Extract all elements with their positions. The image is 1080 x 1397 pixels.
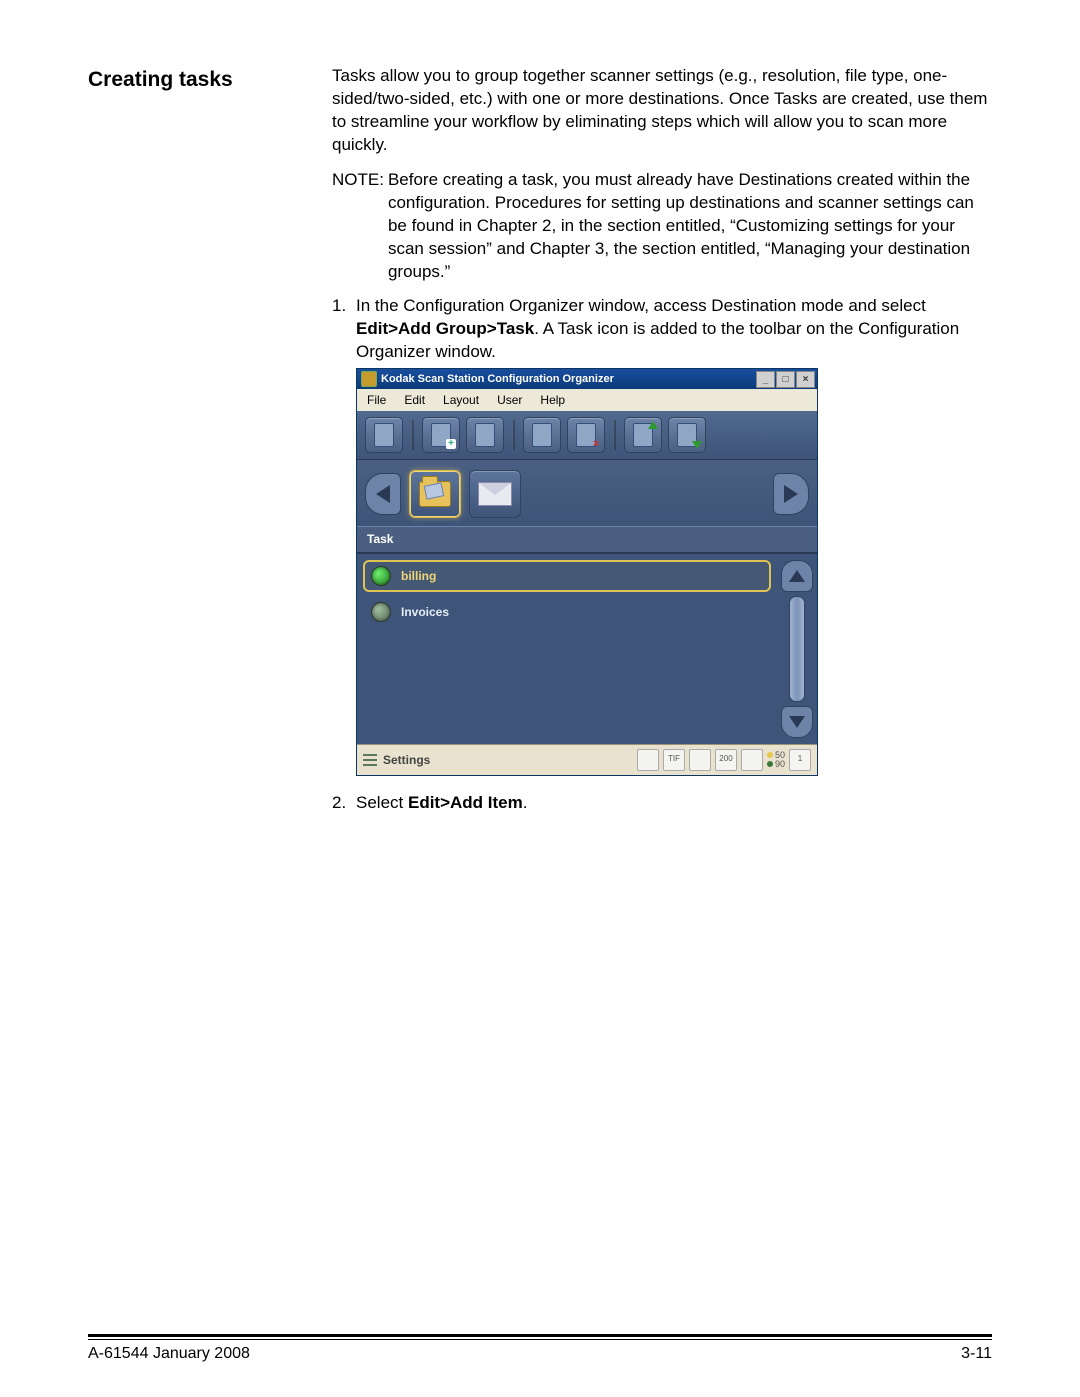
intro-paragraph: Tasks allow you to group together scanne…: [332, 65, 992, 157]
footer-page-number: 3-11: [961, 1343, 992, 1365]
task-item-invoices[interactable]: Invoices: [363, 596, 771, 628]
step-1-bold: Edit>Add Group>Task: [356, 319, 534, 338]
step-2-text: Select Edit>Add Item.: [356, 792, 992, 815]
maximize-button[interactable]: □: [776, 371, 795, 388]
status-dpi-icon: 200: [715, 749, 737, 771]
settings-label[interactable]: Settings: [383, 752, 430, 768]
status-filetype-icon: TIF: [663, 749, 685, 771]
note-label: NOTE:: [332, 169, 384, 284]
task-item-label: billing: [401, 568, 436, 584]
task-item-billing[interactable]: billing: [363, 560, 771, 592]
scroll-down-button[interactable]: [781, 706, 813, 738]
toolbar-save-icon[interactable]: [365, 417, 403, 453]
note-body: Before creating a task, you must already…: [388, 169, 992, 284]
minimize-button[interactable]: _: [756, 371, 775, 388]
radio-icon: [371, 566, 391, 586]
step-2-bold: Edit>Add Item: [408, 793, 523, 812]
toolbar-new-icon[interactable]: +: [422, 417, 460, 453]
toolbar: + ×: [357, 411, 817, 460]
step-2-a: Select: [356, 793, 408, 812]
toolbar-upload-icon[interactable]: [624, 417, 662, 453]
app-icon: [361, 371, 377, 387]
nav-row: [357, 460, 817, 526]
menu-layout[interactable]: Layout: [443, 392, 479, 408]
radio-icon: [371, 602, 391, 622]
window-title: Kodak Scan Station Configuration Organiz…: [381, 372, 614, 387]
section-label: Task: [357, 526, 817, 553]
footer-rule: [88, 1334, 992, 1337]
status-exit-icon: [637, 749, 659, 771]
step-1-text: In the Configuration Organizer window, a…: [356, 295, 992, 785]
nav-next-button[interactable]: [773, 473, 809, 515]
menu-edit[interactable]: Edit: [404, 392, 425, 408]
toolbar-delete-icon[interactable]: ×: [567, 417, 605, 453]
envelope-icon: [478, 482, 512, 506]
toolbar-copy-icon[interactable]: [523, 417, 561, 453]
statusbar: Settings TIF 200 50 90: [357, 744, 817, 775]
status-quality-readout: 50 90: [767, 751, 785, 769]
menubar: File Edit Layout User Help: [357, 389, 817, 411]
menu-user[interactable]: User: [497, 392, 522, 408]
step-number: 2.: [332, 792, 356, 815]
status-quality-bot: 90: [767, 760, 785, 769]
folder-icon: [419, 481, 451, 507]
footer-doc-id: A-61544 January 2008: [88, 1343, 250, 1365]
toolbar-doc-icon[interactable]: [466, 417, 504, 453]
nav-prev-button[interactable]: [365, 473, 401, 515]
step-number: 1.: [332, 295, 356, 785]
task-list-area: billing Invoices: [357, 554, 817, 744]
status-count-icon: 1: [789, 749, 811, 771]
nav-task-group-button[interactable]: [409, 470, 461, 518]
nav-email-group-button[interactable]: [469, 470, 521, 518]
scroll-track[interactable]: [789, 596, 805, 702]
step-2-b: .: [523, 793, 528, 812]
status-page-icon: [741, 749, 763, 771]
toolbar-download-icon[interactable]: [668, 417, 706, 453]
status-printer-icon: [689, 749, 711, 771]
menu-file[interactable]: File: [367, 392, 386, 408]
scroll-up-button[interactable]: [781, 560, 813, 592]
close-button[interactable]: ×: [796, 371, 815, 388]
section-heading: Creating tasks: [88, 66, 233, 94]
scrollbar[interactable]: [777, 554, 817, 744]
task-item-label: Invoices: [401, 604, 449, 620]
titlebar: Kodak Scan Station Configuration Organiz…: [357, 369, 817, 389]
menu-help[interactable]: Help: [540, 392, 565, 408]
settings-icon: [363, 754, 377, 766]
step-1-a: In the Configuration Organizer window, a…: [356, 296, 926, 315]
app-window: Kodak Scan Station Configuration Organiz…: [356, 368, 818, 775]
